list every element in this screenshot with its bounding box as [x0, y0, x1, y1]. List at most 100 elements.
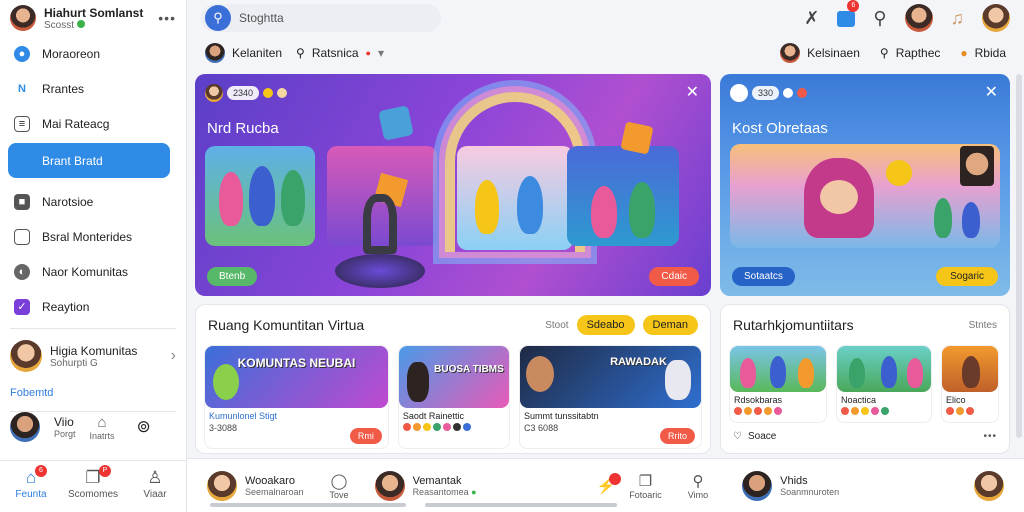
- avatar: [10, 340, 42, 372]
- hero-banner-main[interactable]: 2340 ✕ Nrd Rucba Btenb Cdaic: [195, 74, 711, 296]
- community-card[interactable]: BUOSA TIBMS Saodt Rainettic: [397, 345, 511, 449]
- community-card[interactable]: RAWADAK Summt tunssitabtn C3 6088 Rrito: [519, 345, 702, 449]
- globe-icon: ◐: [14, 263, 30, 280]
- more-icon[interactable]: •••: [983, 431, 997, 442]
- search-bar[interactable]: ⚲ Stoghtta: [201, 4, 441, 32]
- hero-primary-button[interactable]: Sotaatcs: [732, 267, 795, 286]
- card-image: RAWADAK: [520, 346, 701, 408]
- topbar: ⚲ Stoghtta ✗ 6 ⚲ ♫: [187, 0, 1024, 36]
- search-icon: ⚲: [205, 5, 231, 31]
- bottom-user-1[interactable]: Wooakaro Seemalnaroan: [207, 470, 304, 501]
- hero-count: 2340: [227, 86, 260, 100]
- avatar[interactable]: [904, 4, 933, 32]
- search-icon: ⚲: [879, 46, 889, 60]
- chevron-down-icon: ▾: [377, 46, 384, 60]
- tab-label: Viaar: [143, 489, 167, 500]
- home-icon: ⌂: [25, 468, 37, 487]
- sidebar-item-0[interactable]: ● Moraoreon: [8, 36, 178, 71]
- sidebar: Hiahurt Somlanst Scosst ••• ● Moraoreon N…: [0, 0, 187, 512]
- sidebar-item-5[interactable]: Bsral Monterides: [8, 219, 178, 254]
- hero-secondary-button[interactable]: Cdaic: [649, 267, 699, 286]
- community-panel: Ruang Komuntitan Virtua Stoot Sdeabo Dem…: [195, 304, 711, 454]
- subbar-bida[interactable]: ● Rbida: [960, 43, 1006, 63]
- bottom-action-4[interactable]: ⚲ Vimo: [688, 472, 708, 500]
- tab-label: Feunta: [15, 489, 47, 500]
- sidebar-item-label: Naor Komunitas: [42, 264, 129, 279]
- subbar-report[interactable]: ⚲ Rapthec: [880, 43, 941, 63]
- user-sub: Seemalnaroan: [245, 486, 304, 497]
- online-dot-icon: [76, 19, 85, 28]
- tab-feunta[interactable]: ⌂ Feunta 6: [1, 465, 61, 500]
- bottom-user-3[interactable]: Vhids Soanmnuroten: [742, 470, 839, 501]
- chat-icon: ◯: [330, 472, 348, 490]
- profile-header[interactable]: Hiahurt Somlanst Scosst •••: [0, 0, 186, 36]
- inbox-button[interactable]: ⌂ Inatrts: [90, 414, 115, 441]
- card-action-button[interactable]: Rmi: [349, 428, 382, 444]
- sidebar-item-1[interactable]: N Rrantes: [8, 71, 178, 106]
- bottom-user-2[interactable]: Vemantak Reasantomea ●: [374, 470, 477, 501]
- tab-viaar[interactable]: ♙ Viaar: [125, 467, 185, 500]
- music-icon[interactable]: ♫: [951, 8, 965, 29]
- community-card[interactable]: Elico: [941, 345, 999, 423]
- subbar-filter[interactable]: ⚲ Ratsnica ● ▾: [296, 46, 384, 60]
- search-input[interactable]: Stoghtta: [239, 11, 284, 25]
- sidebar-item-4[interactable]: ■ Narotsioe: [8, 184, 178, 219]
- card-action-button[interactable]: Rrito: [659, 428, 695, 444]
- inbox-icon[interactable]: 6: [837, 0, 860, 29]
- bottom-action-3[interactable]: ❐ Fotoaric: [629, 472, 662, 500]
- panel-meta: Stoot: [545, 319, 569, 331]
- panel-title: Ruang Komuntitan Virtua: [208, 317, 365, 333]
- bottom-action-1[interactable]: ◯ Tove: [330, 472, 349, 500]
- community-card[interactable]: Rdsokbaras: [729, 345, 827, 423]
- community-item[interactable]: Higia Komunitas Sohurpti G ›: [0, 333, 186, 379]
- hero-header: 2340: [205, 84, 288, 102]
- avatar: [207, 470, 237, 501]
- copy-icon: ❐: [85, 468, 101, 487]
- avatar: [205, 84, 223, 102]
- avatar[interactable]: [982, 4, 1010, 32]
- filter-chip[interactable]: Sdeabo: [576, 315, 635, 335]
- filter-chip[interactable]: Deman: [642, 315, 698, 335]
- subbar-user-2[interactable]: Kelsinaen: [780, 43, 860, 63]
- hero-primary-button[interactable]: Btenb: [207, 267, 258, 286]
- settings-icon[interactable]: ⊚: [137, 417, 151, 437]
- profile-name: Hiahurt Somlanst: [44, 5, 144, 20]
- user-sub: Porgt: [54, 429, 76, 439]
- bottom-action-2[interactable]: ⚡: [597, 472, 621, 495]
- cube-icon: [620, 121, 654, 155]
- card-title: Saodt Rainettic: [402, 411, 464, 421]
- community-card[interactable]: KOMUNTAS NEUBAI Kumunlonel Stigt 3-3088 …: [204, 345, 389, 449]
- vertical-scrollbar[interactable]: [1016, 74, 1022, 438]
- close-icon[interactable]: ✕: [686, 82, 699, 102]
- avatar[interactable]: [974, 470, 1004, 501]
- sidebar-item-7[interactable]: ✓ Reaytion: [8, 289, 178, 324]
- footer-link[interactable]: Fobemtd: [0, 379, 186, 407]
- scene-image: [730, 144, 1000, 248]
- search-icon[interactable]: ⚲: [873, 8, 886, 29]
- pin-icon[interactable]: ✗: [804, 8, 819, 29]
- user-name: Viio: [54, 415, 74, 429]
- avatar[interactable]: [10, 412, 40, 442]
- close-icon[interactable]: ✕: [985, 82, 998, 102]
- hero-count: 330: [752, 86, 780, 100]
- hero-secondary-button[interactable]: Sogaric: [936, 267, 998, 286]
- sidebar-item-label: Reaytion: [42, 299, 90, 314]
- hero-title: Nrd Rucba: [207, 120, 279, 137]
- user-name: Wooakaro: [245, 474, 295, 487]
- subbar-label: Ratsnica: [311, 46, 359, 60]
- subbar: Kelaniten ⚲ Ratsnica ● ▾ Kelsinaen ⚲ Rapthec…: [187, 36, 1024, 70]
- sidebar-item-2[interactable]: ≡ Mai Rateacg: [8, 106, 178, 141]
- cube-icon: [378, 105, 414, 141]
- tab-scomomes[interactable]: ❐ Scomomes P: [63, 465, 123, 500]
- horizontal-scrollbar[interactable]: [210, 503, 406, 507]
- more-icon[interactable]: •••: [158, 10, 176, 26]
- horizontal-scrollbar[interactable]: [425, 503, 617, 507]
- community-card[interactable]: Noactica: [836, 345, 932, 423]
- heart-icon[interactable]: ♡: [733, 431, 742, 442]
- panel-title: Rutarhkjomuntiitars: [733, 317, 854, 333]
- subbar-user[interactable]: Kelaniten: [205, 43, 282, 63]
- file-icon: [14, 228, 30, 245]
- sidebar-item-6[interactable]: ◐ Naor Komunitas: [8, 254, 178, 289]
- sidebar-item-3[interactable]: Brant Bratd: [8, 143, 170, 178]
- hero-banner-side[interactable]: 330 ✕ Kost Obretaas Sotaatcs Sogaric: [720, 74, 1010, 296]
